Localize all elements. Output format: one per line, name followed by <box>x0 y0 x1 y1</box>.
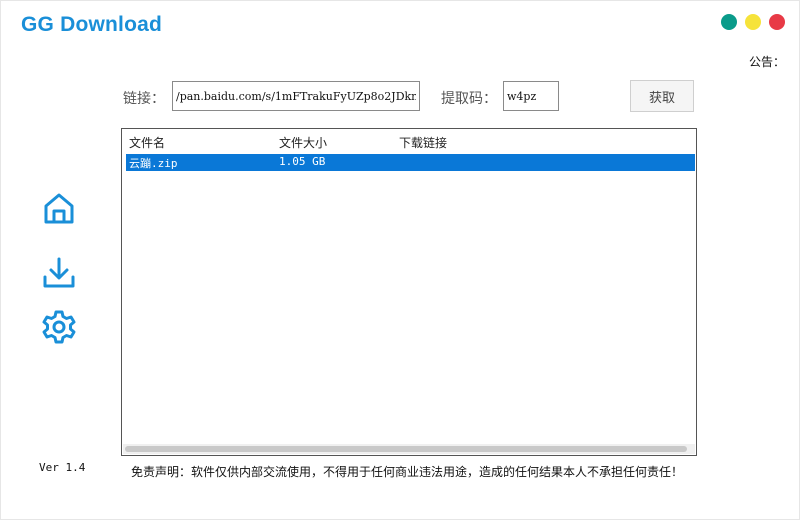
disclaimer-text: 免责声明：软件仅供内部交流使用，不得用于任何商业违法用途，造成的任何结果本人不承… <box>131 465 684 479</box>
home-icon[interactable] <box>41 191 77 227</box>
download-icon[interactable] <box>41 255 77 291</box>
app-window: GG Download 公告： 链接： 提取码： 获取 文件名 文件大小 下载链… <box>0 0 800 520</box>
column-header-filesize[interactable]: 文件大小 <box>279 134 327 151</box>
close-button[interactable] <box>769 14 785 30</box>
maximize-button[interactable] <box>745 14 761 30</box>
extract-code-input[interactable] <box>503 81 559 111</box>
code-label: 提取码： <box>441 91 497 107</box>
link-input[interactable] <box>172 81 420 111</box>
file-list[interactable]: 文件名 文件大小 下载链接 云蹦.zip 1.05 GB <box>121 128 697 456</box>
row-filename: 云蹦.zip <box>129 157 178 170</box>
minimize-button[interactable] <box>721 14 737 30</box>
horizontal-scrollbar[interactable] <box>123 444 695 454</box>
list-header: 文件名 文件大小 下载链接 <box>122 129 696 153</box>
window-controls <box>721 14 785 30</box>
column-header-download-link[interactable]: 下载链接 <box>399 134 447 151</box>
version-label: Ver 1.4 <box>39 461 86 474</box>
notice-label: 公告： <box>748 55 785 69</box>
column-header-filename[interactable]: 文件名 <box>129 134 165 151</box>
link-label: 链接： <box>123 91 165 107</box>
row-filesize: 1.05 GB <box>279 155 326 168</box>
app-title: GG Download <box>21 13 163 36</box>
scrollbar-thumb[interactable] <box>125 446 687 452</box>
gear-icon[interactable] <box>41 309 77 345</box>
list-row-selected[interactable]: 云蹦.zip 1.05 GB <box>126 154 695 171</box>
fetch-button[interactable]: 获取 <box>630 80 694 112</box>
